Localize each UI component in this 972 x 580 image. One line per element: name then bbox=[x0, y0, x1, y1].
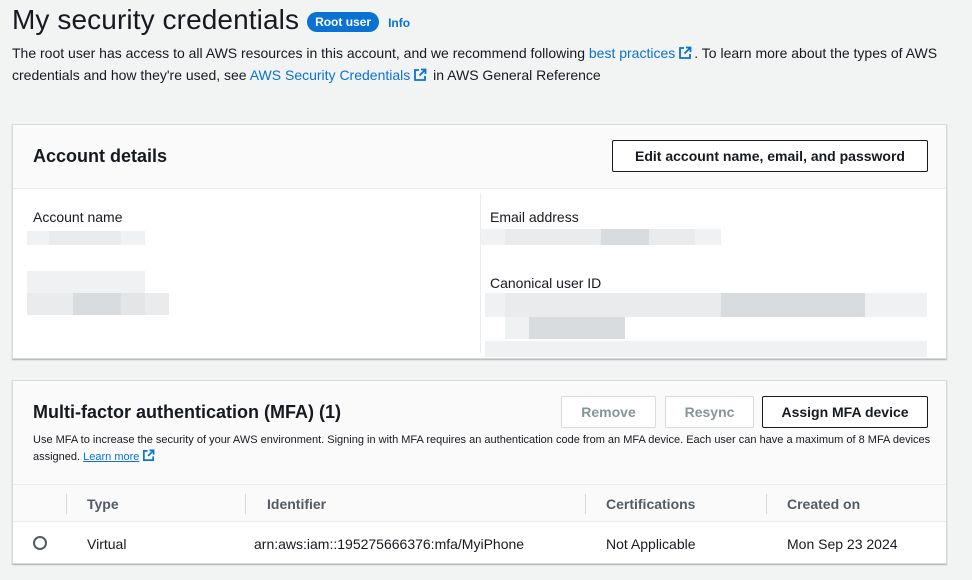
column-header-identifier[interactable]: Identifier bbox=[267, 496, 326, 512]
mfa-created-on: Mon Sep 23 2024 bbox=[787, 536, 898, 552]
page-header: My security credentials Root user Info T… bbox=[12, 0, 962, 86]
external-link-icon bbox=[679, 46, 692, 59]
edit-account-button[interactable]: Edit account name, email, and password bbox=[612, 140, 928, 172]
page-description: The root user has access to all AWS reso… bbox=[12, 42, 942, 86]
mfa-header: Multi-factor authentication (MFA) (1) Re… bbox=[13, 381, 946, 484]
assign-mfa-button[interactable]: Assign MFA device bbox=[762, 396, 928, 428]
redacted-block bbox=[601, 229, 649, 245]
resync-button[interactable]: Resync bbox=[665, 396, 754, 428]
account-details-panel: Account details Edit account name, email… bbox=[12, 124, 947, 359]
redacted-block bbox=[721, 293, 865, 317]
root-user-badge: Root user bbox=[307, 12, 380, 32]
row-radio[interactable] bbox=[33, 536, 47, 550]
header-divider bbox=[766, 494, 767, 514]
redacted-block bbox=[49, 231, 121, 245]
redacted-block bbox=[505, 229, 695, 245]
header-divider bbox=[585, 494, 586, 514]
redacted-block bbox=[27, 271, 145, 293]
page-title: My security credentials bbox=[12, 4, 300, 35]
column-header-certifications[interactable]: Certifications bbox=[606, 496, 695, 512]
mfa-type: Virtual bbox=[87, 536, 127, 552]
mfa-description: Use MFA to increase the security of your… bbox=[33, 432, 933, 466]
header-divider bbox=[245, 494, 246, 514]
redacted-block bbox=[505, 317, 529, 339]
info-link[interactable]: Info bbox=[388, 16, 410, 30]
redacted-block bbox=[529, 317, 625, 339]
redacted-block bbox=[73, 293, 121, 315]
column-divider bbox=[480, 193, 481, 353]
account-details-title: Account details bbox=[33, 146, 168, 166]
learn-more-link[interactable]: Learn more bbox=[83, 451, 139, 463]
security-credentials-link[interactable]: AWS Security Credentials bbox=[250, 67, 411, 83]
mfa-title: Multi-factor authentication (MFA) (1) bbox=[33, 402, 341, 422]
remove-button[interactable]: Remove bbox=[561, 396, 656, 428]
column-header-created-on[interactable]: Created on bbox=[787, 496, 860, 512]
external-link-icon bbox=[414, 68, 427, 81]
external-link-icon bbox=[143, 449, 155, 461]
canonical-user-id-label: Canonical user ID bbox=[490, 275, 602, 291]
mfa-identifier: arn:aws:iam::195275666376:mfa/MyiPhone bbox=[254, 536, 525, 552]
table-row[interactable]: Virtual arn:aws:iam::195275666376:mfa/My… bbox=[13, 522, 946, 564]
redacted-block bbox=[485, 341, 927, 357]
account-name-label: Account name bbox=[33, 209, 123, 225]
mfa-panel: Multi-factor authentication (MFA) (1) Re… bbox=[12, 380, 947, 564]
mfa-certifications: Not Applicable bbox=[606, 536, 696, 552]
desc-text: The root user has access to all AWS reso… bbox=[12, 45, 589, 61]
desc-text: in AWS General Reference bbox=[429, 67, 601, 83]
mfa-table: Type Identifier Certifications Created o… bbox=[13, 484, 946, 564]
account-details-header: Account details Edit account name, email… bbox=[13, 125, 946, 189]
redacted-block bbox=[121, 293, 145, 315]
table-header-row: Type Identifier Certifications Created o… bbox=[13, 484, 946, 522]
email-address-label: Email address bbox=[490, 209, 579, 225]
best-practices-link[interactable]: best practices bbox=[589, 45, 675, 61]
column-header-type[interactable]: Type bbox=[87, 496, 119, 512]
mfa-description-text: Use MFA to increase the security of your… bbox=[33, 434, 931, 463]
header-divider bbox=[66, 494, 67, 514]
